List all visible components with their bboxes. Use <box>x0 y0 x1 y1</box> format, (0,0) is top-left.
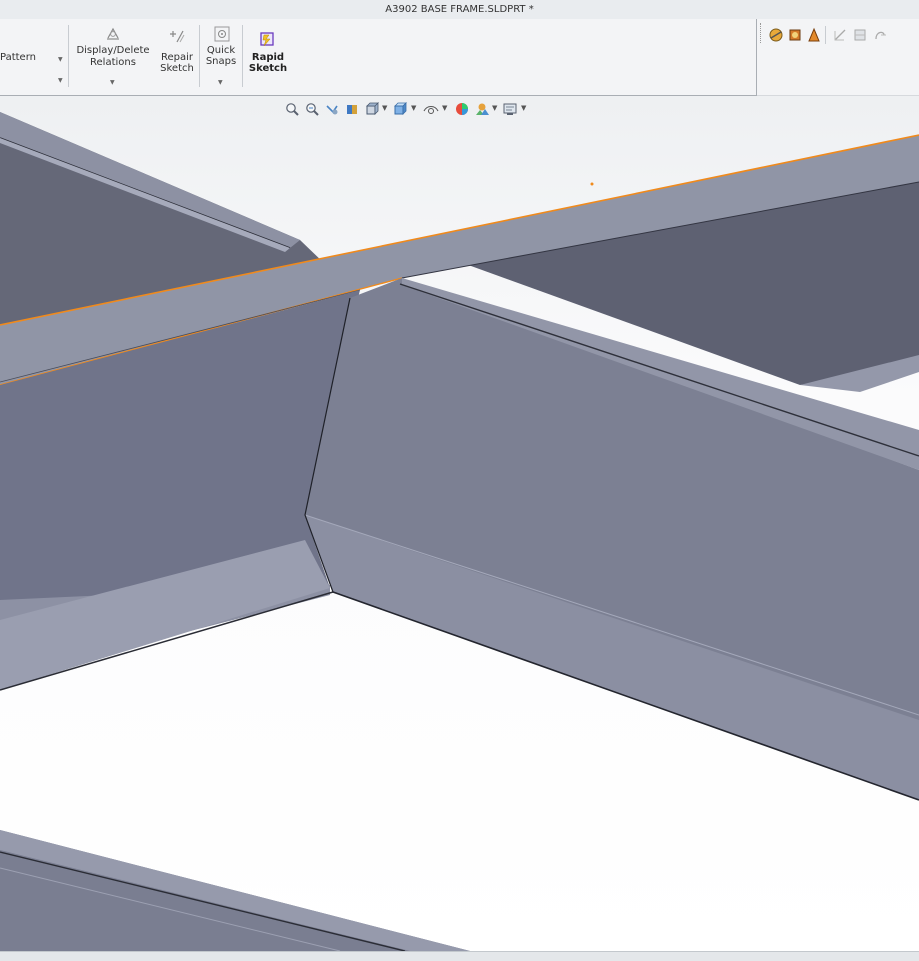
previous-view-icon[interactable] <box>325 102 339 116</box>
pattern-label: Pattern <box>0 52 36 63</box>
quick-snaps-dropdown-arrow[interactable]: ▼ <box>218 79 223 86</box>
ribbon-separator <box>199 25 200 87</box>
view-orientation-dropdown[interactable]: ▼ <box>382 104 387 112</box>
window-title-bar: A3902 BASE FRAME.SLDPRT * <box>0 0 919 20</box>
scene-icon[interactable] <box>806 27 822 43</box>
zoom-to-fit-icon[interactable] <box>285 102 299 116</box>
relations-dropdown-arrow[interactable]: ▼ <box>110 79 115 86</box>
quick-label: Quick <box>206 45 236 56</box>
ribbon-separator <box>242 25 243 87</box>
section-view-icon[interactable] <box>345 102 359 116</box>
apply-scene-icon[interactable] <box>475 102 489 116</box>
rapid-label: Rapid <box>251 52 285 63</box>
window-title: A3902 BASE FRAME.SLDPRT * <box>385 4 534 15</box>
rapid-sketch-icon <box>260 32 274 47</box>
repair-sketch-button[interactable]: Repair Sketch <box>156 19 198 95</box>
ribbon-separator <box>68 25 69 87</box>
repair-sketch-icon <box>170 30 185 43</box>
quick-snaps-icon <box>214 26 230 42</box>
zoom-to-area-icon[interactable] <box>305 102 319 116</box>
heads-up-view-toolbar: ▼ ▼ ▼ ▼ ▼ <box>283 101 583 119</box>
display-delete-relations-button[interactable]: Display/Delete Relations ▼ <box>70 19 156 95</box>
model-geometry[interactable] <box>0 96 919 951</box>
display-style-dropdown[interactable]: ▼ <box>411 104 416 112</box>
curve-icon[interactable] <box>872 27 888 43</box>
apply-scene-dropdown[interactable]: ▼ <box>492 104 497 112</box>
edit-appearance-icon[interactable] <box>455 102 469 116</box>
graphics-viewport[interactable] <box>0 96 919 951</box>
pattern-group: Pattern ▼ ▼ <box>0 19 68 95</box>
repair-label: Repair <box>160 52 194 63</box>
view-orientation-icon[interactable] <box>365 102 379 116</box>
display-style-icon[interactable] <box>393 102 407 116</box>
display-delete-label: Display/Delete <box>76 45 150 56</box>
command-manager-ribbon: Pattern ▼ ▼ Display/Delete Relations ▼ R… <box>0 19 757 96</box>
repair-sketch-label: Sketch <box>160 63 194 74</box>
sketch-tool-icon[interactable] <box>832 27 848 43</box>
hide-show-items-icon[interactable] <box>423 102 439 116</box>
toolbar-grip[interactable] <box>760 23 763 43</box>
relations-label: Relations <box>90 57 136 68</box>
display-manager-icon[interactable] <box>787 27 803 43</box>
appearance-icon[interactable] <box>768 27 784 43</box>
rapid-sketch-button[interactable]: Rapid Sketch <box>244 19 292 95</box>
pattern-dropdown-arrow[interactable]: ▼ <box>58 56 63 63</box>
rapid-sketch-label: Sketch <box>248 63 288 74</box>
pattern-more-arrow[interactable]: ▼ <box>58 77 63 84</box>
quick-snaps-button[interactable]: Quick Snaps ▼ <box>201 19 241 95</box>
toolbar-separator <box>825 26 826 44</box>
view-settings-icon[interactable] <box>503 102 517 116</box>
view-settings-dropdown[interactable]: ▼ <box>521 104 526 112</box>
view-toolbar-right <box>757 19 919 96</box>
snaps-label: Snaps <box>205 56 237 67</box>
hide-show-dropdown[interactable]: ▼ <box>442 104 447 112</box>
display-relations-icon <box>107 27 119 40</box>
sketch-plane-icon[interactable] <box>852 27 868 43</box>
